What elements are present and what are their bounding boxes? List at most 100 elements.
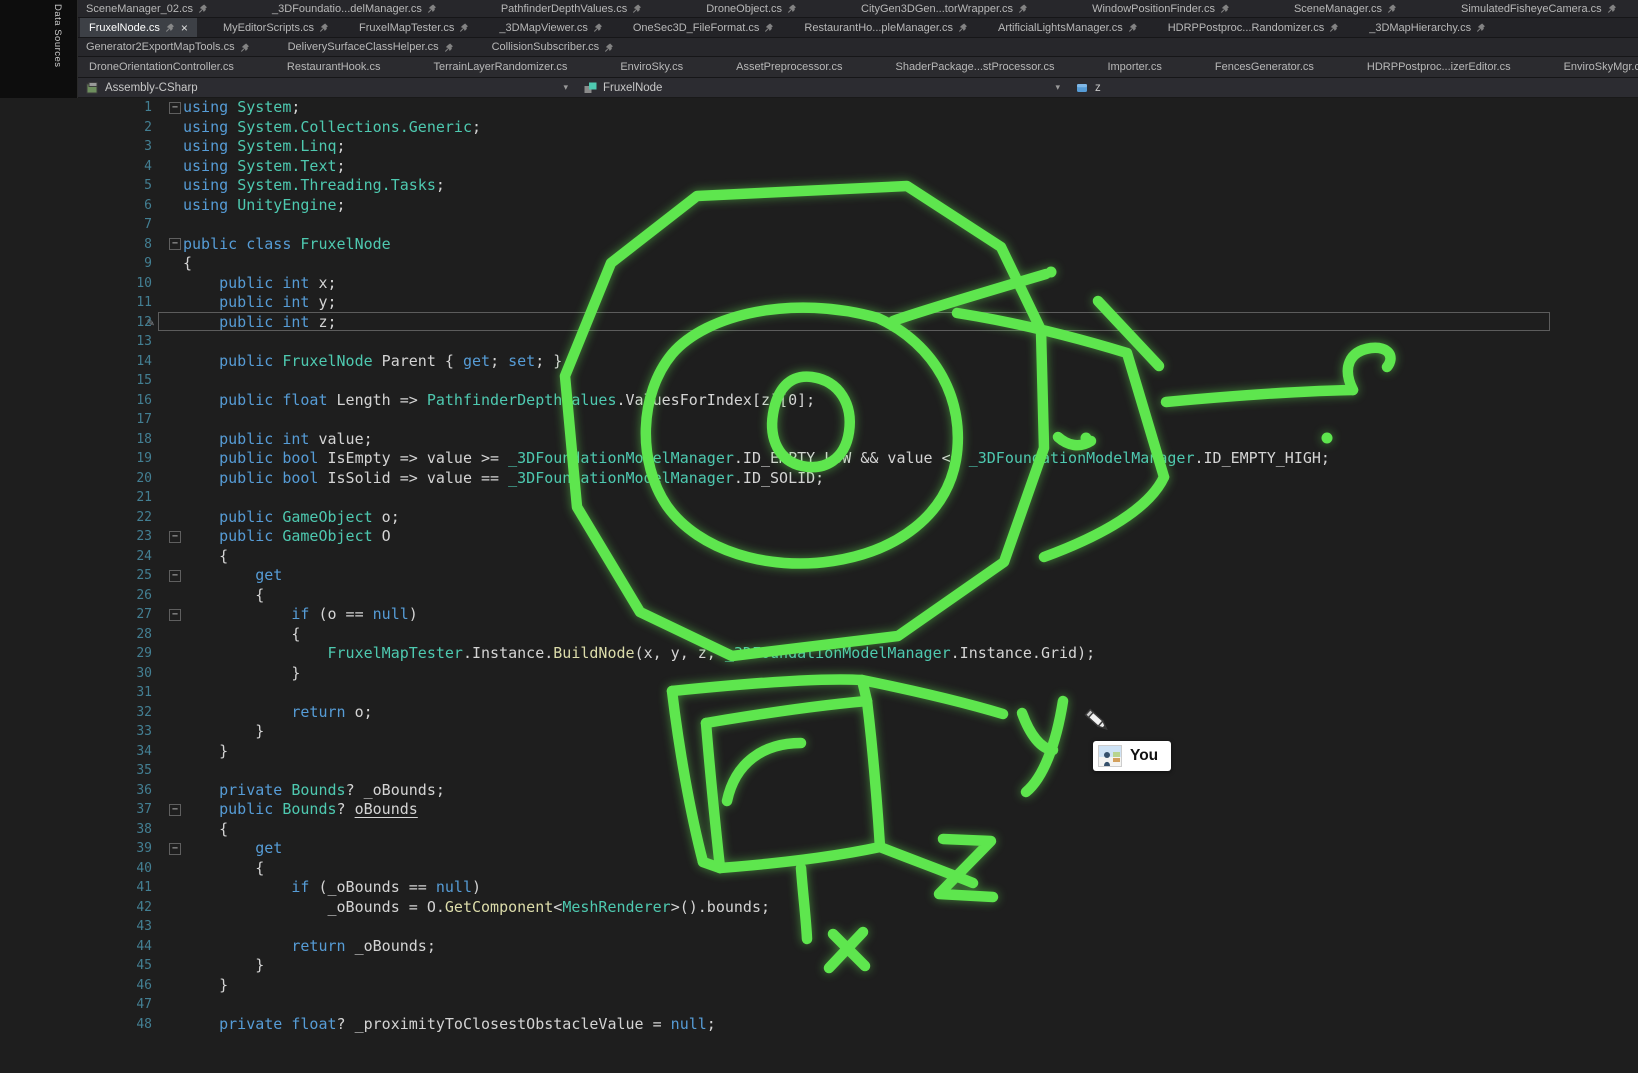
code-line-32[interactable]: 32 return o; <box>0 703 1638 723</box>
fold-collapse-icon[interactable]: − <box>169 531 181 543</box>
code-line-10[interactable]: 10 public int x; <box>0 274 1638 294</box>
code-line-16[interactable]: 16 public float Length => PathfinderDept… <box>0 391 1638 411</box>
tab-hdrppostproc-izereditor-cs[interactable]: HDRPPostproc...izerEditor.cs <box>1363 57 1515 77</box>
fold-collapse-icon[interactable]: − <box>169 609 181 621</box>
pin-icon[interactable] <box>787 3 797 14</box>
pin-icon[interactable] <box>764 22 774 33</box>
code-line-23[interactable]: 23− public GameObject O <box>0 527 1638 547</box>
code-line-4[interactable]: 4using System.Text; <box>0 157 1638 177</box>
fold-collapse-icon[interactable]: − <box>169 102 181 114</box>
code-line-41[interactable]: 41 if (_oBounds == null) <box>0 878 1638 898</box>
pin-icon[interactable] <box>459 22 469 33</box>
tab-windowpositionfinder-cs[interactable]: WindowPositionFinder.cs <box>1088 0 1234 17</box>
code-line-30[interactable]: 30 } <box>0 664 1638 684</box>
pin-icon[interactable] <box>319 22 329 33</box>
data-sources-dock-tab[interactable]: Data Sources <box>52 4 63 68</box>
pin-icon[interactable] <box>593 22 603 33</box>
code-line-34[interactable]: 34 } <box>0 742 1638 762</box>
code-line-24[interactable]: 24 { <box>0 547 1638 567</box>
tab-generator2exportmaptools-cs[interactable]: Generator2ExportMapTools.cs <box>82 38 254 56</box>
tab-pathfinderdepthvalues-cs[interactable]: PathfinderDepthValues.cs <box>497 0 646 17</box>
code-line-47[interactable]: 47 <box>0 995 1638 1015</box>
code-line-39[interactable]: 39− get <box>0 839 1638 859</box>
code-line-36[interactable]: 36 private Bounds? _oBounds; <box>0 781 1638 801</box>
code-line-6[interactable]: 6using UnityEngine; <box>0 196 1638 216</box>
code-line-21[interactable]: 21 <box>0 488 1638 508</box>
fold-collapse-icon[interactable]: − <box>169 238 181 250</box>
code-line-28[interactable]: 28 { <box>0 625 1638 645</box>
pin-icon[interactable] <box>1607 3 1617 14</box>
tab-droneorientationcontroller-cs[interactable]: DroneOrientationController.cs <box>85 57 238 77</box>
breadcrumb-type-dropdown[interactable]: FruxelNode ▾ <box>576 78 1068 97</box>
breadcrumb-member-dropdown[interactable]: z <box>1068 78 1638 97</box>
tab-assetpreprocessor-cs[interactable]: AssetPreprocessor.cs <box>732 57 846 77</box>
code-line-27[interactable]: 27− if (o == null) <box>0 605 1638 625</box>
tab-hdrppostproc-randomizer-cs[interactable]: HDRPPostproc...Randomizer.cs <box>1164 18 1344 37</box>
tab-enviroskymgr-cs[interactable]: EnviroSkyMgr.cs <box>1560 57 1638 77</box>
tab-scenemanager-cs[interactable]: SceneManager.cs <box>1290 0 1401 17</box>
code-line-31[interactable]: 31 <box>0 683 1638 703</box>
tab-myeditorscripts-cs[interactable]: MyEditorScripts.cs <box>219 18 333 37</box>
pin-icon[interactable] <box>1018 3 1028 14</box>
tab-importer-cs[interactable]: Importer.cs <box>1103 57 1165 77</box>
tab-3dfoundatio-delmanager-cs[interactable]: _3DFoundatio...delManager.cs <box>268 0 441 17</box>
code-line-25[interactable]: 25− get <box>0 566 1638 586</box>
pin-icon[interactable] <box>1387 3 1397 14</box>
pin-icon[interactable] <box>1128 22 1138 33</box>
code-line-42[interactable]: 42 _oBounds = O.GetComponent<MeshRendere… <box>0 898 1638 918</box>
pin-icon[interactable] <box>427 3 437 14</box>
tab-onesec3d-fileformat-cs[interactable]: OneSec3D_FileFormat.cs <box>629 18 779 37</box>
code-line-44[interactable]: 44 return _oBounds; <box>0 937 1638 957</box>
code-line-13[interactable]: 13 <box>0 332 1638 352</box>
tab-artificiallightsmanager-cs[interactable]: ArtificialLightsManager.cs <box>994 18 1142 37</box>
code-line-18[interactable]: 18 public int value; <box>0 430 1638 450</box>
tab-deliverysurfaceclasshelper-cs[interactable]: DeliverySurfaceClassHelper.cs <box>284 38 458 56</box>
pin-icon[interactable] <box>632 3 642 14</box>
tab-scenemanager-02-cs[interactable]: SceneManager_02.cs <box>82 0 212 17</box>
fold-collapse-icon[interactable]: − <box>169 570 181 582</box>
pin-icon[interactable] <box>444 42 454 53</box>
code-line-29[interactable]: 29 FruxelMapTester.Instance.BuildNode(x,… <box>0 644 1638 664</box>
code-line-20[interactable]: 20 public bool IsSolid => value == _3DFo… <box>0 469 1638 489</box>
code-line-12[interactable]: 12 public int z; <box>0 313 1638 333</box>
tab-fruxelmaptester-cs[interactable]: FruxelMapTester.cs <box>355 18 473 37</box>
code-line-8[interactable]: 8−public class FruxelNode <box>0 235 1638 255</box>
code-line-26[interactable]: 26 { <box>0 586 1638 606</box>
tab-collisionsubscriber-cs[interactable]: CollisionSubscriber.cs <box>488 38 619 56</box>
code-line-7[interactable]: 7 <box>0 215 1638 235</box>
chevron-down-icon[interactable]: ▾ <box>1055 82 1060 93</box>
tab-terrainlayerrandomizer-cs[interactable]: TerrainLayerRandomizer.cs <box>429 57 571 77</box>
pin-icon[interactable] <box>240 42 250 53</box>
tab-3dmaphierarchy-cs[interactable]: _3DMapHierarchy.cs <box>1365 18 1490 37</box>
code-line-11[interactable]: 11 public int y; <box>0 293 1638 313</box>
code-line-1[interactable]: 1−using System; <box>0 98 1638 118</box>
code-line-38[interactable]: 38 { <box>0 820 1638 840</box>
pin-icon[interactable] <box>165 22 175 33</box>
code-line-48[interactable]: 48 private float? _proximityToClosestObs… <box>0 1015 1638 1035</box>
code-editor[interactable]: ✎ 1−using System;2using System.Collectio… <box>0 98 1638 1073</box>
tab-3dmapviewer-cs[interactable]: _3DMapViewer.cs <box>495 18 606 37</box>
close-icon[interactable]: × <box>181 23 188 33</box>
code-line-46[interactable]: 46 } <box>0 976 1638 996</box>
pin-icon[interactable] <box>1220 3 1230 14</box>
code-line-17[interactable]: 17 <box>0 410 1638 430</box>
pin-icon[interactable] <box>1476 22 1486 33</box>
pin-icon[interactable] <box>1329 22 1339 33</box>
code-line-3[interactable]: 3using System.Linq; <box>0 137 1638 157</box>
tab-citygen3dgen-torwrapper-cs[interactable]: CityGen3DGen...torWrapper.cs <box>857 0 1032 17</box>
tab-shaderpackage-stprocessor-cs[interactable]: ShaderPackage...stProcessor.cs <box>891 57 1058 77</box>
code-line-33[interactable]: 33 } <box>0 722 1638 742</box>
tab-restaurantho-plemanager-cs[interactable]: RestaurantHo...pleManager.cs <box>800 18 972 37</box>
tab-envirosky-cs[interactable]: EnviroSky.cs <box>616 57 687 77</box>
breadcrumb-project-dropdown[interactable]: Assembly-CSharp ▾ <box>78 78 576 97</box>
code-line-5[interactable]: 5using System.Threading.Tasks; <box>0 176 1638 196</box>
tab-fencesgenerator-cs[interactable]: FencesGenerator.cs <box>1211 57 1318 77</box>
tab-droneobject-cs[interactable]: DroneObject.cs <box>702 0 801 17</box>
pin-icon[interactable] <box>604 42 614 53</box>
pin-icon[interactable] <box>958 22 968 33</box>
pin-icon[interactable] <box>198 3 208 14</box>
chevron-down-icon[interactable]: ▾ <box>563 82 568 93</box>
code-line-15[interactable]: 15 <box>0 371 1638 391</box>
tab-simulatedfisheyecamera-cs[interactable]: SimulatedFisheyeCamera.cs <box>1457 0 1621 17</box>
tab-restauranthook-cs[interactable]: RestaurantHook.cs <box>283 57 385 77</box>
